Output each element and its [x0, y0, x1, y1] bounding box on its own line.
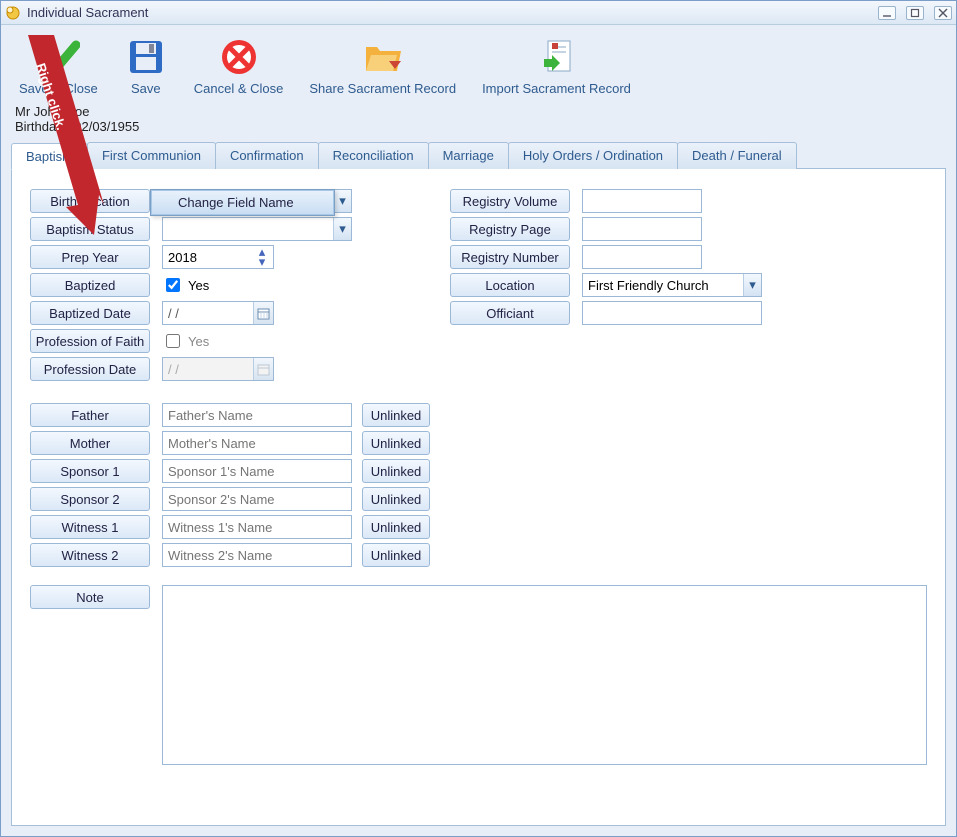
witness1-link-button[interactable]: Unlinked [362, 515, 430, 539]
minimize-button[interactable] [878, 6, 896, 20]
title-bar: Individual Sacrament [1, 1, 956, 25]
chevron-down-icon[interactable]: ▾ [333, 190, 351, 212]
cancel-close-button[interactable]: Cancel & Close [186, 31, 292, 100]
calendar-icon [253, 358, 273, 380]
registry-page-label[interactable]: Registry Page [450, 217, 570, 241]
app-icon [5, 5, 21, 21]
profession-of-faith-label[interactable]: Profession of Faith [30, 329, 150, 353]
profession-date-picker: / / [162, 357, 274, 381]
app-window: Individual Sacrament Save & Close Save C… [0, 0, 957, 837]
cancel-icon [217, 35, 261, 79]
save-button[interactable]: Save [116, 31, 176, 100]
tab-death-funeral[interactable]: Death / Funeral [677, 142, 797, 169]
registry-number-label[interactable]: Registry Number [450, 245, 570, 269]
sponsor1-link-button[interactable]: Unlinked [362, 459, 430, 483]
baptized-text: Yes [183, 278, 214, 293]
sponsor1-label[interactable]: Sponsor 1 [30, 459, 150, 483]
witness1-input[interactable] [162, 515, 352, 539]
tab-confirmation[interactable]: Confirmation [215, 142, 319, 169]
save-close-button[interactable]: Save & Close [11, 31, 106, 100]
witness2-link-button[interactable]: Unlinked [362, 543, 430, 567]
maximize-button[interactable] [906, 6, 924, 20]
registry-number-input[interactable] [582, 245, 702, 269]
tab-baptism[interactable]: Baptism [11, 143, 88, 170]
share-record-button[interactable]: Share Sacrament Record [301, 31, 464, 100]
father-link-button[interactable]: Unlinked [362, 403, 430, 427]
spin-down-icon[interactable]: ▾ [253, 257, 271, 267]
tab-page-baptism: Birth Location ▾ Baptism Status ▾ Prep Y… [11, 168, 946, 826]
window-buttons [878, 6, 952, 20]
tab-holy-orders[interactable]: Holy Orders / Ordination [508, 142, 678, 169]
witness2-input[interactable] [162, 543, 352, 567]
person-name: Mr John Doe [15, 104, 942, 119]
registry-page-input[interactable] [582, 217, 702, 241]
note-textarea[interactable] [162, 585, 927, 765]
profession-date-value: / / [163, 362, 253, 377]
officiant-label[interactable]: Officiant [450, 301, 570, 325]
person-birthdate: Birthdate: 02/03/1955 [15, 119, 942, 134]
toolbar: Save & Close Save Cancel & Close Share S… [1, 25, 956, 102]
tab-marriage[interactable]: Marriage [428, 142, 509, 169]
tab-reconciliation[interactable]: Reconciliation [318, 142, 429, 169]
people-grid: Father Unlinked Mother Unlinked Sponsor … [30, 403, 927, 567]
window-title: Individual Sacrament [27, 5, 878, 20]
baptism-status-combo[interactable]: ▾ [162, 217, 352, 241]
floppy-icon [124, 35, 168, 79]
birth-location-label[interactable]: Birth Location [30, 189, 150, 213]
profession-of-faith-text: Yes [183, 334, 214, 349]
calendar-icon[interactable] [253, 302, 273, 324]
change-field-name-item[interactable]: Change Field Name [151, 190, 334, 215]
mother-label[interactable]: Mother [30, 431, 150, 455]
profession-of-faith-checkbox[interactable] [166, 334, 180, 348]
prep-year-spinner[interactable]: ▴ ▾ [162, 245, 274, 269]
prep-year-input[interactable] [163, 250, 253, 265]
baptized-date-value: / / [163, 306, 253, 321]
context-menu: Change Field Name [150, 189, 335, 216]
checkmark-icon [36, 35, 80, 79]
person-info: Mr John Doe Birthdate: 02/03/1955 [1, 102, 956, 142]
tab-strip: Baptism First Communion Confirmation Rec… [1, 142, 956, 169]
registry-volume-input[interactable] [582, 189, 702, 213]
import-document-icon [534, 35, 578, 79]
father-label[interactable]: Father [30, 403, 150, 427]
sponsor2-label[interactable]: Sponsor 2 [30, 487, 150, 511]
right-column: Registry Volume Registry Page Registry N… [450, 189, 790, 385]
chevron-down-icon[interactable]: ▾ [333, 218, 351, 240]
baptism-status-label[interactable]: Baptism Status [30, 217, 150, 241]
mother-input[interactable] [162, 431, 352, 455]
tab-first-communion[interactable]: First Communion [87, 142, 216, 169]
mother-link-button[interactable]: Unlinked [362, 431, 430, 455]
close-button[interactable] [934, 6, 952, 20]
witness2-label[interactable]: Witness 2 [30, 543, 150, 567]
witness1-label[interactable]: Witness 1 [30, 515, 150, 539]
prep-year-label[interactable]: Prep Year [30, 245, 150, 269]
location-combo[interactable]: First Friendly Church ▾ [582, 273, 762, 297]
share-folder-icon [361, 35, 405, 79]
import-record-button[interactable]: Import Sacrament Record [474, 31, 639, 100]
chevron-down-icon[interactable]: ▾ [743, 274, 761, 296]
baptized-checkbox[interactable] [166, 278, 180, 292]
baptized-date-picker[interactable]: / / [162, 301, 274, 325]
father-input[interactable] [162, 403, 352, 427]
sponsor2-link-button[interactable]: Unlinked [362, 487, 430, 511]
left-column: Birth Location ▾ Baptism Status ▾ Prep Y… [30, 189, 390, 385]
note-area: Note [30, 585, 927, 765]
profession-date-label[interactable]: Profession Date [30, 357, 150, 381]
note-label[interactable]: Note [30, 585, 150, 609]
registry-volume-label[interactable]: Registry Volume [450, 189, 570, 213]
baptized-date-label[interactable]: Baptized Date [30, 301, 150, 325]
location-value: First Friendly Church [583, 278, 743, 293]
sponsor2-input[interactable] [162, 487, 352, 511]
sponsor1-input[interactable] [162, 459, 352, 483]
baptized-label[interactable]: Baptized [30, 273, 150, 297]
officiant-input[interactable] [582, 301, 762, 325]
location-label[interactable]: Location [450, 273, 570, 297]
